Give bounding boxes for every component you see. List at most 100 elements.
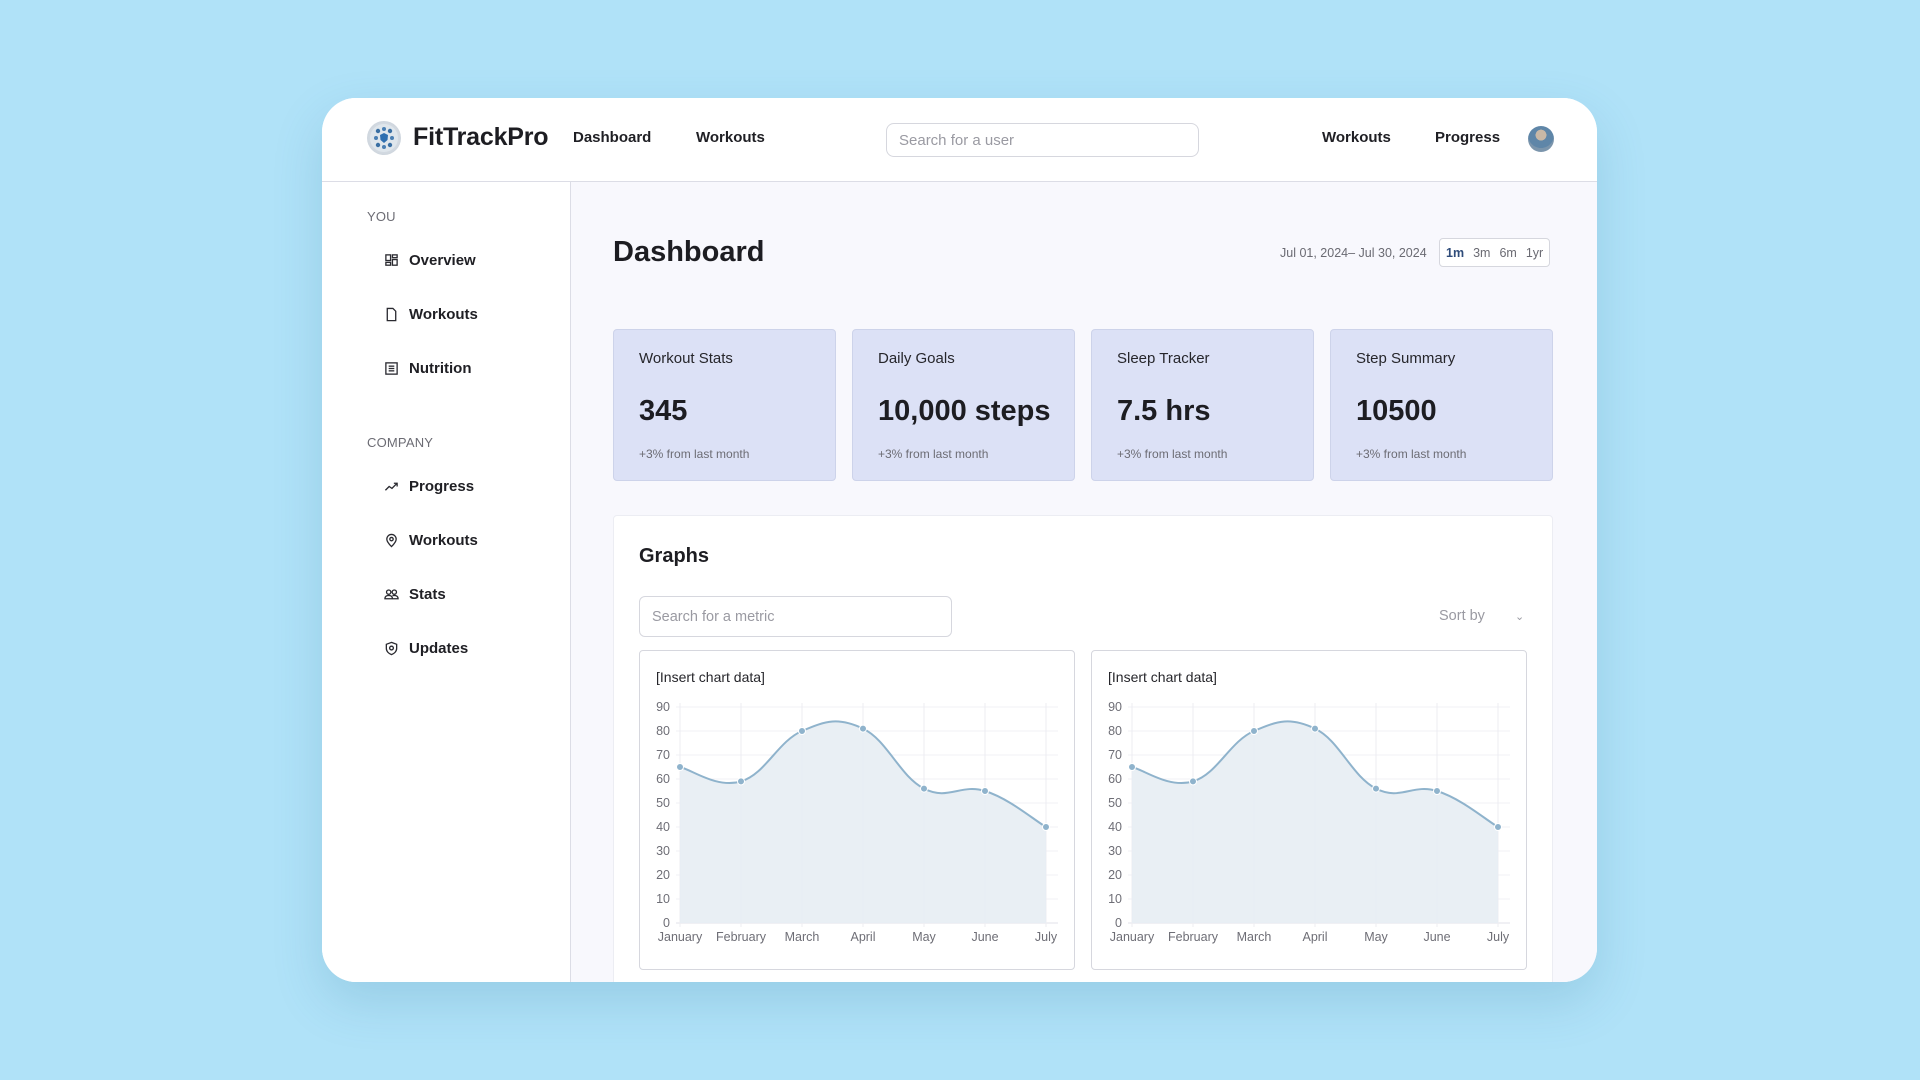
y-tick-label: 60 (656, 772, 670, 786)
chart-title: [Insert chart data] (1108, 669, 1217, 685)
series-area (1132, 721, 1498, 923)
sort-by-dropdown[interactable]: Sort by ⌄ (1439, 608, 1524, 624)
y-tick-label: 70 (1108, 748, 1122, 762)
x-tick-label: March (1237, 930, 1272, 944)
nav-workouts-right[interactable]: Workouts (1322, 129, 1391, 146)
x-tick-label: January (658, 930, 703, 944)
metric-search-input[interactable] (639, 596, 952, 637)
nav-progress[interactable]: Progress (1435, 129, 1500, 146)
stat-value: 10500 (1356, 395, 1437, 427)
x-tick-label: July (1035, 930, 1058, 944)
sidebar-item-nutrition[interactable]: Nutrition (384, 360, 471, 377)
y-tick-label: 50 (656, 796, 670, 810)
data-point (1042, 823, 1050, 831)
chevron-down-icon: ⌄ (1514, 610, 1525, 623)
range-3m-button[interactable]: 3m (1473, 246, 1490, 260)
data-point (1311, 724, 1319, 733)
page-title: Dashboard (613, 236, 765, 268)
y-tick-label: 80 (1108, 724, 1122, 738)
data-point (798, 727, 806, 735)
chart-card-1: [Insert chart data] 0 10 20 30 40 50 60 70 80 90 J… (639, 650, 1075, 970)
stat-delta: +3% from last month (1356, 447, 1467, 461)
trending-up-icon (384, 482, 398, 491)
data-point (1372, 784, 1380, 793)
brand-logo-icon[interactable] (367, 121, 401, 155)
grid-icon (385, 254, 398, 266)
chart-card-2: [Insert chart data] 0 10 20 30 40 50 60 70 80 90 J… (1091, 650, 1527, 970)
sidebar-item-label: Workouts (409, 306, 478, 323)
y-tick-label: 90 (1108, 700, 1122, 714)
stat-delta: +3% from last month (639, 447, 750, 461)
x-tick-label: July (1487, 930, 1510, 944)
nav-workouts[interactable]: Workouts (696, 129, 765, 146)
x-tick-label: March (785, 930, 820, 944)
stat-card-workout-stats[interactable]: Workout Stats 345 +3% from last month (613, 329, 836, 481)
line-chart-2: 0 10 20 30 40 50 60 70 80 90 January February March A… (1108, 700, 1510, 944)
data-point (920, 784, 928, 793)
user-search-input[interactable] (886, 123, 1199, 157)
stat-card-sleep-tracker[interactable]: Sleep Tracker 7.5 hrs +3% from last mont… (1091, 329, 1314, 481)
top-header: FitTrackPro Dashboard Workouts Workouts … (322, 98, 1597, 182)
map-pin-icon (386, 533, 397, 548)
nav-dashboard[interactable]: Dashboard (573, 129, 651, 146)
y-tick-label: 40 (1108, 820, 1122, 834)
stat-title: Workout Stats (639, 350, 733, 367)
y-tick-label: 70 (656, 748, 670, 762)
stat-title: Sleep Tracker (1117, 350, 1210, 367)
sidebar-item-updates[interactable]: Updates (384, 640, 468, 657)
x-tick-label: June (1423, 930, 1450, 944)
y-tick-label: 80 (656, 724, 670, 738)
y-tick-label: 60 (1108, 772, 1122, 786)
user-avatar[interactable] (1528, 126, 1554, 152)
x-tick-label: June (971, 930, 998, 944)
sidebar-item-workouts-company[interactable]: Workouts (384, 532, 478, 549)
stat-value: 10,000 steps (878, 395, 1051, 427)
range-6m-button[interactable]: 6m (1499, 246, 1516, 260)
range-selector: 1m 3m 6m 1yr (1439, 238, 1551, 267)
stat-card-step-summary[interactable]: Step Summary 10500 +3% from last month (1330, 329, 1553, 481)
range-1yr-button[interactable]: 1yr (1526, 246, 1543, 260)
sidebar-item-label: Workouts (409, 532, 478, 549)
stat-delta: +3% from last month (878, 447, 989, 461)
sidebar-item-progress[interactable]: Progress (384, 478, 474, 495)
date-range[interactable]: Jul 01, 2024– Jul 30, 2024 (1280, 246, 1427, 260)
graphs-panel: Graphs Sort by ⌄ [Insert chart data] 0 10… (613, 515, 1553, 982)
sort-by-label: Sort by (1439, 608, 1485, 624)
y-tick-label: 10 (1108, 892, 1122, 906)
sidebar-item-workouts[interactable]: Workouts (384, 306, 478, 323)
y-tick-label: 40 (656, 820, 670, 834)
y-tick-label: 0 (663, 916, 670, 930)
stat-title: Step Summary (1356, 350, 1456, 367)
data-point (1433, 787, 1441, 795)
range-1m-button[interactable]: 1m (1446, 246, 1464, 260)
sidebar-item-overview[interactable]: Overview (384, 252, 476, 269)
sidebar-section-company: COMPANY (367, 435, 434, 450)
list-icon (385, 362, 398, 375)
y-tick-label: 90 (656, 700, 670, 714)
sidebar-section-you: YOU (367, 209, 396, 224)
main-content: Dashboard Jul 01, 2024– Jul 30, 2024 1m … (571, 182, 1597, 982)
app-window: FitTrackPro Dashboard Workouts Workouts … (322, 98, 1597, 982)
data-point (1128, 763, 1136, 771)
sidebar-item-label: Stats (409, 586, 446, 603)
data-point (981, 787, 989, 795)
x-tick-label: February (716, 930, 767, 944)
sidebar-item-stats[interactable]: Stats (384, 586, 446, 603)
stat-value: 7.5 hrs (1117, 395, 1211, 427)
y-tick-label: 20 (656, 868, 670, 882)
y-tick-label: 20 (1108, 868, 1122, 882)
data-point (737, 777, 745, 786)
file-icon (386, 307, 397, 322)
stat-value: 345 (639, 395, 688, 427)
users-icon (384, 589, 399, 600)
line-chart-1: 0 10 20 30 40 50 60 70 80 90 January February March A… (656, 700, 1058, 944)
data-point (676, 763, 684, 771)
y-tick-label: 10 (656, 892, 670, 906)
x-tick-label: May (1364, 930, 1388, 944)
y-tick-label: 0 (1115, 916, 1122, 930)
stat-card-daily-goals[interactable]: Daily Goals 10,000 steps +3% from last m… (852, 329, 1075, 481)
data-point (1189, 777, 1197, 786)
y-tick-label: 30 (656, 844, 670, 858)
x-tick-label: April (850, 930, 875, 944)
sidebar: YOU Overview Workouts Nutrition COMPANY (322, 182, 571, 982)
